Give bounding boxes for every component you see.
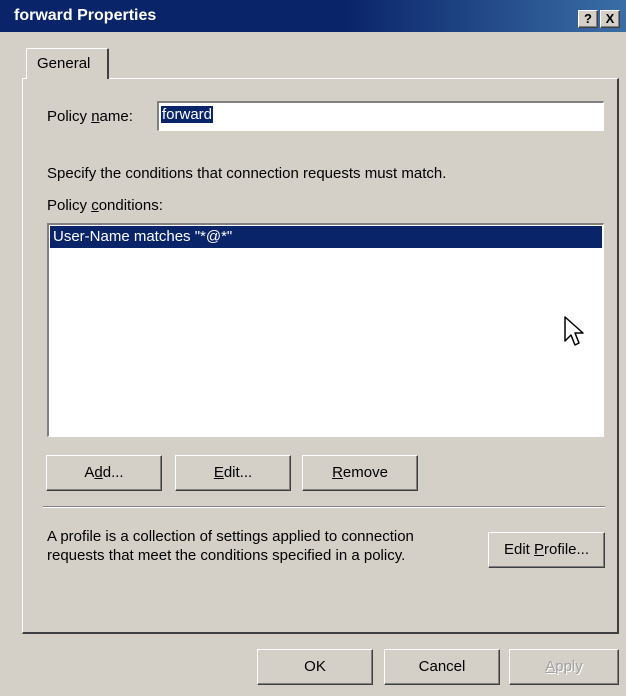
help-icon: ?	[584, 11, 592, 26]
policy-conditions-list[interactable]: User-Name matches "*@*"	[47, 223, 604, 437]
close-button[interactable]: X	[600, 10, 620, 28]
tab-general-label: General	[37, 55, 91, 72]
conditions-instructions: Specify the conditions that connection r…	[47, 165, 447, 182]
list-item[interactable]: User-Name matches "*@*"	[50, 226, 602, 248]
ok-label: OK	[304, 658, 326, 675]
cancel-button[interactable]: Cancel	[384, 649, 500, 685]
profile-description: A profile is a collection of settings ap…	[47, 528, 414, 564]
window-title: forward Properties	[14, 7, 157, 24]
separator	[43, 506, 605, 508]
policy-name-value: forward	[161, 106, 214, 123]
policy-name-input[interactable]: forward	[157, 101, 604, 131]
add-button[interactable]: Add...	[46, 455, 162, 491]
condition-text: User-Name matches "*@*"	[53, 228, 233, 245]
policy-conditions-label: Policy conditions:	[47, 197, 163, 214]
mouse-pointer-icon	[564, 316, 584, 346]
apply-button[interactable]: Apply	[509, 649, 619, 685]
cancel-label: Cancel	[418, 658, 466, 675]
edit-button[interactable]: Edit...	[175, 455, 291, 491]
help-button[interactable]: ?	[578, 10, 598, 28]
policy-name-label: Policy name:	[47, 108, 133, 125]
tab-general[interactable]: General	[26, 48, 109, 79]
remove-button[interactable]: Remove	[302, 455, 418, 491]
title-bar: forward Properties ? X	[0, 0, 626, 32]
edit-profile-button[interactable]: Edit Profile...	[488, 532, 605, 568]
ok-button[interactable]: OK	[257, 649, 373, 685]
close-icon: X	[605, 11, 615, 26]
